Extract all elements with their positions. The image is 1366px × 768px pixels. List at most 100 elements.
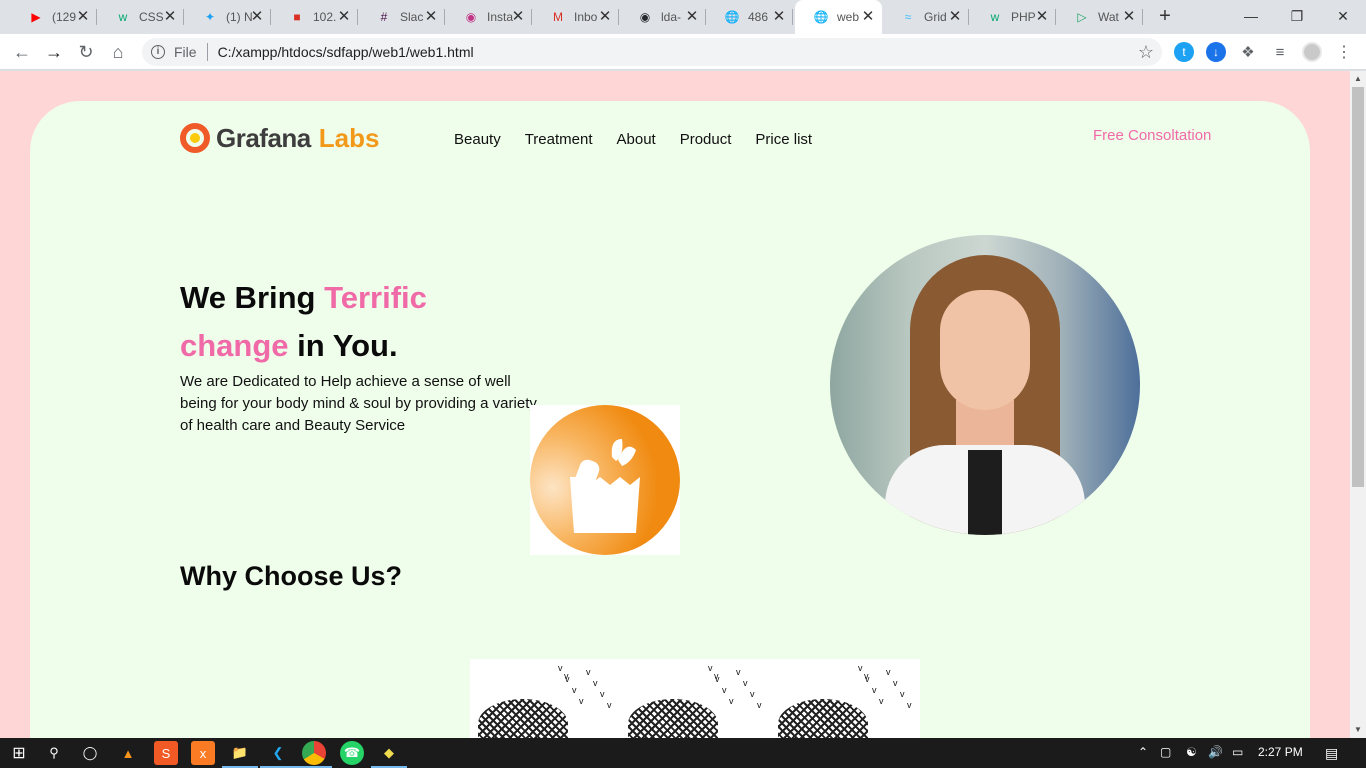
task-view-icon[interactable]: ◯ (78, 741, 102, 765)
nav-about[interactable]: About (617, 131, 656, 148)
profile-avatar-icon[interactable] (1302, 42, 1322, 62)
bird-icon: v (714, 671, 719, 681)
scroll-thumb[interactable] (1352, 87, 1364, 487)
close-tab-icon[interactable]: ✕ (249, 9, 265, 25)
hero-description: We are Dedicated to Help achieve a sense… (180, 373, 537, 434)
bookmark-star-icon[interactable]: ☆ (1138, 42, 1154, 63)
close-tab-icon[interactable]: ✕ (75, 9, 91, 25)
browser-tab[interactable]: M Inbo ✕ (532, 0, 619, 34)
vlc-icon[interactable]: ▲ (116, 741, 140, 765)
site-icon: ■ (293, 10, 301, 24)
notifications-icon[interactable]: ▤ (1325, 745, 1338, 762)
browser-tab[interactable]: ▷ Wat ✕ (1056, 0, 1143, 34)
whatsapp-icon[interactable]: ☎ (340, 741, 364, 765)
reload-button[interactable]: ↻ (74, 40, 98, 64)
tailwind-icon: ≈ (904, 10, 912, 24)
address-bar[interactable]: i File C:/xampp/htdocs/sdfapp/web1/web1.… (142, 38, 1162, 66)
grafana-labs-logo[interactable]: Grafana Labs (180, 121, 379, 155)
grocery-bag-icon (570, 439, 640, 533)
media-control-icon[interactable]: ≡ (1270, 42, 1290, 62)
scheme-label: File (174, 44, 197, 60)
close-tab-icon[interactable]: ✕ (1121, 9, 1137, 25)
wifi-icon[interactable]: ☯ (1186, 745, 1197, 759)
battery-icon[interactable]: ▭ (1232, 745, 1243, 759)
grocery-bag-image (530, 405, 680, 555)
back-button[interactable]: ← (10, 40, 34, 64)
bird-icon: v (600, 689, 605, 699)
url-text[interactable]: C:/xampp/htdocs/sdfapp/web1/web1.html (218, 44, 474, 60)
search-icon[interactable]: ⚲ (42, 741, 66, 765)
browser-tab[interactable]: 🌐 web ✕ (795, 0, 882, 34)
nav-beauty[interactable]: Beauty (454, 131, 501, 148)
bird-icon: v (750, 689, 755, 699)
vscode-icon[interactable]: ❮ (260, 741, 296, 768)
bird-icon: v (872, 685, 877, 695)
browser-tab[interactable]: # Slac ✕ (358, 0, 445, 34)
github-icon: ◉ (639, 10, 651, 24)
menu-kebab-icon[interactable]: ⋮ (1334, 42, 1354, 62)
new-tab-button[interactable]: + (1155, 6, 1175, 26)
page-scrollbar[interactable]: ▲ ▼ (1350, 71, 1366, 738)
trees-birds-image: vvvvvvvvv vvvvvvvvv vvvvvvvvv (470, 659, 920, 738)
volume-icon[interactable]: 🔊 (1208, 745, 1223, 759)
close-tab-icon[interactable]: ✕ (510, 9, 526, 25)
chrome-icon[interactable] (296, 741, 332, 768)
download-extension-icon[interactable]: ↓ (1206, 42, 1226, 62)
forward-button[interactable]: → (42, 40, 66, 64)
windows-start-icon[interactable]: ⊞ (7, 741, 31, 765)
headline-accent: change (180, 328, 289, 363)
globe-icon: 🌐 (813, 10, 829, 24)
file-explorer-icon[interactable]: 📁 (222, 741, 258, 768)
close-tab-icon[interactable]: ✕ (771, 9, 787, 25)
sublime-icon[interactable]: S (154, 741, 178, 765)
close-tab-icon[interactable]: ✕ (162, 9, 178, 25)
twitter-icon: ✦ (204, 10, 216, 24)
twitter-extension-icon[interactable]: t (1174, 42, 1194, 62)
page-viewport: Grafana Labs Beauty Treatment About Prod… (0, 71, 1350, 738)
bird-icon: v (879, 696, 884, 706)
tree-crown (478, 699, 568, 738)
browser-tab[interactable]: ≈ Grid ✕ (882, 0, 969, 34)
scroll-down-arrow-icon[interactable]: ▼ (1350, 722, 1366, 738)
git-icon[interactable]: ◆ (371, 741, 407, 768)
tab-strip: ▶ (129 ✕ w CSS ✕ ✦ (1) N ✕ ■ 102. ✕ # Slac ✕ ◉ Insta ✕ M In… (0, 0, 1366, 34)
home-button[interactable]: ⌂ (106, 40, 130, 64)
maximize-button[interactable]: ❐ (1274, 0, 1320, 32)
free-consultation-link[interactable]: Free Consoltation (1093, 127, 1211, 144)
browser-tab[interactable]: ▶ (129 ✕ (10, 0, 97, 34)
headline-part: We Bring (180, 280, 325, 315)
tray-device-icon[interactable]: ▢ (1160, 745, 1171, 759)
close-window-button[interactable]: ✕ (1320, 0, 1366, 32)
browser-tab[interactable]: w CSS ✕ (97, 0, 184, 34)
browser-tab[interactable]: ◉ lda- ✕ (619, 0, 706, 34)
browser-tab[interactable]: 🌐 486 ✕ (706, 0, 793, 34)
close-tab-icon[interactable]: ✕ (860, 9, 876, 25)
extensions-puzzle-icon[interactable]: ❖ (1238, 42, 1258, 62)
nav-treatment[interactable]: Treatment (525, 131, 593, 148)
close-tab-icon[interactable]: ✕ (336, 9, 352, 25)
browser-tab[interactable]: w PHP ✕ (969, 0, 1056, 34)
close-tab-icon[interactable]: ✕ (947, 9, 963, 25)
scroll-up-arrow-icon[interactable]: ▲ (1350, 71, 1366, 87)
nav-product[interactable]: Product (680, 131, 732, 148)
bird-icon: v (743, 678, 748, 688)
close-tab-icon[interactable]: ✕ (684, 9, 700, 25)
bird-icon: v (864, 671, 869, 681)
hero-headline: We Bring Terrific change in You. (180, 274, 540, 370)
close-tab-icon[interactable]: ✕ (1034, 9, 1050, 25)
browser-tab[interactable]: ■ 102. ✕ (271, 0, 358, 34)
bird-icon: v (907, 700, 912, 710)
browser-tab[interactable]: ✦ (1) N ✕ (184, 0, 271, 34)
minimize-button[interactable]: — (1228, 0, 1274, 32)
close-tab-icon[interactable]: ✕ (423, 9, 439, 25)
close-tab-icon[interactable]: ✕ (597, 9, 613, 25)
nav-price-list[interactable]: Price list (755, 131, 812, 148)
browser-tab[interactable]: ◉ Insta ✕ (445, 0, 532, 34)
site-info-icon[interactable]: i (151, 45, 165, 59)
taskbar-clock[interactable]: 2:27 PM (1258, 745, 1303, 759)
bird-icon: v (607, 700, 612, 710)
tray-chevron-icon[interactable]: ⌃ (1138, 745, 1148, 759)
bird-icon: v (736, 667, 741, 677)
bird-icon: v (708, 663, 713, 673)
xampp-icon[interactable]: x (191, 741, 215, 765)
